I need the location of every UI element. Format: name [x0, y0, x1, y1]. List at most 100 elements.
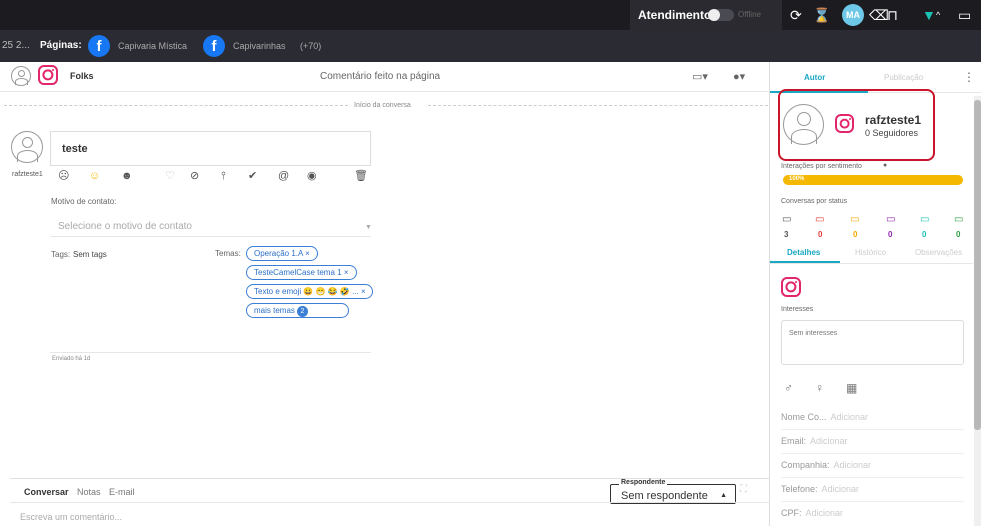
status-count: 0 — [818, 230, 823, 239]
facebook-icon[interactable]: f — [203, 35, 225, 57]
chevron-up-icon[interactable]: ^ — [936, 6, 940, 24]
pages-count: 25 2... — [2, 40, 30, 51]
facebook-icon[interactable]: f — [88, 35, 110, 57]
pages-label: Páginas: — [40, 40, 82, 51]
more-temas-label: mais temas — [254, 306, 295, 315]
priority-menu-icon[interactable]: ●▾ — [733, 70, 745, 83]
info-row-cpf: CPF: Adicionar — [781, 508, 843, 518]
conversation-title: Comentário feito na página — [320, 71, 441, 82]
sentiment-neutral-icon[interactable]: ☺ — [89, 169, 100, 183]
filter-icon[interactable]: ▼ — [922, 6, 936, 24]
chevron-down-icon[interactable]: ▼ — [365, 224, 372, 231]
hourglass-icon[interactable]: ⌛ — [813, 6, 830, 24]
feedback-icon[interactable]: ▭ — [958, 6, 971, 24]
sent-time: Enviado há 1d — [52, 356, 91, 362]
sentiment-positive-icon[interactable]: ☻ — [121, 169, 133, 183]
tab-autor[interactable]: Autor — [804, 73, 825, 82]
tab-email[interactable]: E-mail — [109, 487, 135, 497]
field-divider — [781, 501, 964, 502]
tema-pill[interactable]: Operação 1.A × — [246, 246, 318, 261]
instagram-icon — [835, 114, 854, 133]
eraser-icon[interactable]: ⌫ — [869, 6, 889, 24]
interests-field[interactable]: Sem interesses — [781, 320, 964, 365]
tab-notas[interactable]: Notas — [77, 487, 101, 497]
atendimento-label: Atendimento — [638, 8, 712, 22]
add-link[interactable]: Adicionar — [822, 484, 860, 494]
refresh-icon[interactable]: ⟳ — [790, 6, 802, 24]
status-count: 0 — [853, 230, 858, 239]
company-icon[interactable]: ▦ — [846, 381, 857, 395]
add-link[interactable]: Adicionar — [806, 508, 844, 518]
ticket-menu-icon[interactable]: ▭▾ — [692, 70, 708, 83]
toggle-knob — [708, 9, 720, 21]
tags-value[interactable]: Sem tags — [73, 250, 107, 259]
add-link[interactable]: Adicionar — [831, 412, 869, 422]
avatar[interactable]: MA — [842, 4, 864, 26]
atendimento-toggle[interactable] — [708, 9, 734, 21]
ticket-icon: ▭ — [850, 214, 860, 225]
motivo-select[interactable]: Selecione o motivo de contato — [58, 221, 192, 232]
info-icon[interactable]: ● — [883, 162, 887, 169]
more-temas-badge: 2 — [296, 306, 308, 317]
tab-detalhes[interactable]: Detalhes — [787, 248, 820, 257]
ticket-icon: ▭ — [954, 214, 964, 225]
status-label: Conversas por status — [781, 198, 848, 205]
field-divider — [781, 477, 964, 478]
subtab-divider — [770, 263, 973, 264]
tema-pill[interactable]: Texto e emoji 😀 😁 😂 🤣 ... × — [246, 284, 373, 299]
ticket-icon: ▭ — [782, 214, 792, 225]
ticket-icon: ▭ — [815, 214, 825, 225]
atendimento-toggle-area: Atendimento Offline — [630, 0, 782, 30]
info-row-companhia: Companhia: Adicionar — [781, 460, 871, 470]
field-divider — [781, 429, 964, 430]
field-label: Nome Co... — [781, 412, 827, 422]
presentation-icon[interactable]: ⊓ — [887, 6, 898, 24]
female-icon[interactable]: ♀ — [815, 381, 824, 395]
profile-scrollbar[interactable] — [974, 96, 981, 526]
tab-conversar[interactable]: Conversar — [24, 487, 69, 497]
tab-publicacao[interactable]: Publicação — [884, 73, 923, 82]
message-sender: rafzteste1 — [12, 171, 43, 178]
scrollbar-thumb[interactable] — [974, 100, 981, 430]
temas-label: Temas: — [215, 249, 241, 258]
tab-historico[interactable]: Histórico — [855, 248, 886, 257]
info-row-telefone: Telefone: Adicionar — [781, 484, 859, 494]
message-text: teste — [62, 143, 88, 155]
profile-avatar-icon — [783, 104, 824, 145]
more-temas-button[interactable]: mais temas 2 — [246, 303, 349, 318]
page-name[interactable]: Capivaria Mística — [118, 41, 187, 51]
respondente-value: Sem respondente — [621, 490, 708, 502]
hide-icon[interactable]: ⊘ — [190, 169, 199, 183]
delete-icon[interactable]: 🗑 — [354, 169, 368, 183]
more-options-icon[interactable]: ⋮ — [963, 70, 975, 84]
sentiment-negative-icon[interactable]: ☹ — [58, 169, 69, 183]
like-icon[interactable]: ♡ — [165, 169, 175, 183]
chevron-up-icon: ▲ — [720, 492, 727, 499]
reply-icon[interactable]: ◉ — [307, 169, 317, 183]
sentiment-percent: 100% — [789, 176, 805, 182]
expand-icon[interactable]: ⛶ — [740, 484, 747, 495]
tema-pill[interactable]: TesteCamelCase tema 1 × — [246, 265, 357, 280]
account-name: Folks — [70, 71, 94, 81]
sentiment-progress-bar: 100% — [783, 175, 963, 185]
divider-line — [4, 105, 348, 106]
respondente-select[interactable]: Respondente Sem respondente ▲ — [610, 479, 736, 504]
field-divider — [781, 453, 964, 454]
add-link[interactable]: Adicionar — [810, 436, 848, 446]
pin-icon[interactable]: ⫯ — [221, 169, 226, 183]
male-icon[interactable]: ♂ — [784, 381, 793, 395]
sentiment-label: Interações por sentimento — [781, 163, 862, 170]
conversation-header: Folks Comentário feito na página ▭▾ ●▾ — [0, 62, 770, 92]
instagram-icon — [781, 277, 801, 297]
comment-input[interactable] — [10, 502, 770, 526]
add-link[interactable]: Adicionar — [834, 460, 872, 470]
status-count: 0 — [922, 230, 927, 239]
tab-observacoes[interactable]: Observações — [915, 248, 962, 257]
check-icon[interactable]: ✔ — [248, 169, 257, 183]
mention-icon[interactable]: @ — [278, 169, 289, 183]
conversation-start-divider: Início da conversa — [352, 102, 413, 109]
status-count: 3 — [784, 230, 789, 239]
profile-followers: 0 Seguidores — [865, 128, 919, 138]
page-name[interactable]: Capivarinhas — [233, 41, 286, 51]
more-pages-link[interactable]: (+70) — [300, 41, 321, 51]
